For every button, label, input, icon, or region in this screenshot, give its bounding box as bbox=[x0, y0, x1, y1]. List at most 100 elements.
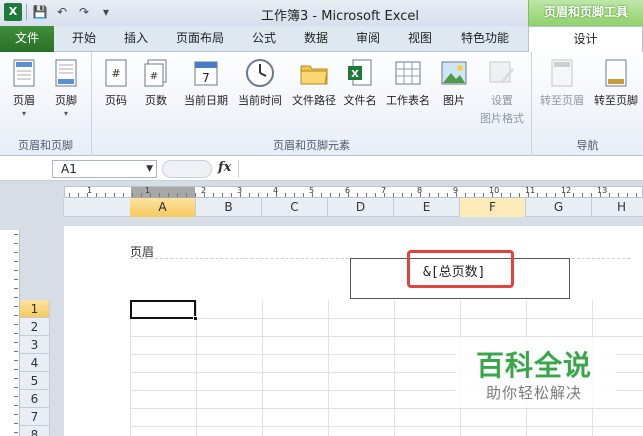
redo-icon[interactable]: ↷ bbox=[75, 3, 93, 21]
ruler-tick bbox=[168, 193, 169, 197]
insert-function-icon[interactable]: fx bbox=[218, 160, 231, 175]
ruler-tick bbox=[14, 405, 18, 406]
tab-design[interactable]: 设计 bbox=[528, 26, 643, 53]
page-number-button[interactable]: # 页码 bbox=[98, 58, 134, 108]
ruler-tick bbox=[177, 193, 178, 197]
current-time-label: 当前时间 bbox=[238, 94, 282, 107]
tab-view[interactable]: 视图 bbox=[398, 26, 442, 52]
folder-icon bbox=[299, 58, 329, 88]
ruler-tick bbox=[159, 193, 160, 197]
ruler-tick bbox=[14, 261, 18, 262]
fill-handle[interactable] bbox=[193, 316, 198, 321]
ribbon: 页眉 ▾ 页脚 ▾ 页眉和页脚 # 页码 # 页数 7 当前日期 当前时间 文件… bbox=[0, 52, 643, 156]
ruler-tick bbox=[501, 193, 502, 197]
goto-footer-button[interactable]: 转至页脚 bbox=[590, 58, 642, 108]
footer-button-label: 页脚 bbox=[55, 94, 77, 107]
ruler-tick bbox=[14, 270, 18, 271]
ruler-tick bbox=[573, 193, 574, 197]
ruler-tick bbox=[429, 193, 430, 197]
row-header-7[interactable]: 7 bbox=[20, 408, 50, 426]
ruler-tick bbox=[123, 193, 124, 197]
sheet-name-button[interactable]: 工作表名 bbox=[382, 58, 434, 108]
current-time-button[interactable]: 当前时间 bbox=[234, 58, 286, 108]
current-date-button[interactable]: 7 当前日期 bbox=[180, 58, 232, 108]
file-path-button[interactable]: 文件路径 bbox=[288, 58, 340, 108]
row-header-1[interactable]: 1 bbox=[20, 300, 50, 318]
tab-data[interactable]: 数据 bbox=[294, 26, 338, 52]
goto-header-label: 转至页眉 bbox=[540, 94, 584, 107]
row-headers: 12345678 bbox=[20, 300, 50, 436]
ruler-tick bbox=[14, 432, 18, 433]
picture-button[interactable]: 图片 bbox=[436, 58, 472, 108]
ruler-tick bbox=[78, 193, 79, 197]
column-header-c[interactable]: C bbox=[262, 198, 328, 217]
formula-input[interactable] bbox=[238, 160, 643, 178]
goto-header-button[interactable]: 转至页眉 bbox=[536, 58, 588, 108]
page-count-button[interactable]: # 页数 bbox=[138, 58, 174, 108]
row-header-5[interactable]: 5 bbox=[20, 372, 50, 390]
active-cell[interactable] bbox=[130, 300, 198, 321]
footer-button[interactable]: 页脚 ▾ bbox=[46, 58, 86, 118]
select-all-corner[interactable] bbox=[0, 198, 64, 217]
ruler-number: 5 bbox=[309, 186, 315, 195]
formula-bar-resize-handle[interactable] bbox=[162, 160, 212, 178]
gridline-column bbox=[130, 300, 131, 436]
column-header-a[interactable]: A bbox=[130, 198, 196, 217]
row-header-6[interactable]: 6 bbox=[20, 390, 50, 408]
format-picture-button[interactable]: 设置 图片格式 bbox=[476, 58, 528, 126]
sheet-name-label: 工作表名 bbox=[386, 94, 430, 107]
column-headers: ABCDEFGH bbox=[0, 198, 643, 217]
column-header-b[interactable]: B bbox=[196, 198, 262, 217]
row-header-2[interactable]: 2 bbox=[20, 318, 50, 336]
ruler-tick bbox=[591, 193, 592, 197]
column-header-g[interactable]: G bbox=[526, 198, 592, 217]
save-icon[interactable]: 💾 bbox=[31, 3, 49, 21]
tab-home[interactable]: 开始 bbox=[62, 26, 106, 52]
ruler-tick bbox=[357, 193, 358, 197]
file-path-label: 文件路径 bbox=[292, 94, 336, 107]
clock-icon bbox=[245, 58, 275, 88]
tab-file[interactable]: 文件 bbox=[0, 26, 54, 52]
ruler-tick bbox=[402, 193, 403, 197]
page-number-label: 页码 bbox=[105, 94, 127, 107]
name-box[interactable]: A1 ▼ bbox=[52, 160, 157, 178]
file-name-button[interactable]: X 文件名 bbox=[340, 58, 380, 108]
tab-special-features[interactable]: 特色功能 bbox=[450, 26, 520, 52]
svg-text:7: 7 bbox=[202, 71, 210, 85]
column-header-e[interactable]: E bbox=[394, 198, 460, 217]
ruler-tick bbox=[105, 193, 106, 197]
gridline-row bbox=[130, 336, 643, 337]
ruler-tick bbox=[366, 193, 367, 197]
gridline-row bbox=[130, 426, 643, 427]
ruler-number: 2 bbox=[201, 186, 207, 195]
quick-access-toolbar: X 💾 ↶ ↷ ▾ bbox=[4, 3, 115, 21]
row-header-8[interactable]: 8 bbox=[20, 426, 50, 436]
chevron-down-icon[interactable]: ▼ bbox=[146, 161, 153, 177]
undo-icon[interactable]: ↶ bbox=[53, 3, 71, 21]
ruler-tick bbox=[14, 351, 18, 352]
ruler-tick bbox=[294, 193, 295, 197]
excel-file-icon: X bbox=[345, 58, 375, 88]
tab-review[interactable]: 审阅 bbox=[346, 26, 390, 52]
ruler-number: 7 bbox=[381, 186, 387, 195]
tab-formulas[interactable]: 公式 bbox=[242, 26, 286, 52]
tab-insert[interactable]: 插入 bbox=[114, 26, 158, 52]
row-header-3[interactable]: 3 bbox=[20, 336, 50, 354]
header-button[interactable]: 页眉 ▾ bbox=[4, 58, 44, 118]
column-header-h[interactable]: H bbox=[592, 198, 643, 217]
excel-app-icon[interactable]: X bbox=[4, 3, 22, 21]
tab-page-layout[interactable]: 页面布局 bbox=[168, 26, 232, 52]
ruler-tick bbox=[330, 193, 331, 197]
gridline-column bbox=[394, 300, 395, 436]
window-title: 工作簿3 - Microsoft Excel bbox=[261, 9, 419, 24]
highlight-box bbox=[407, 250, 514, 288]
row-header-4[interactable]: 4 bbox=[20, 354, 50, 372]
column-header-d[interactable]: D bbox=[328, 198, 394, 217]
ruler-tick bbox=[474, 193, 475, 197]
column-header-f[interactable]: F bbox=[460, 198, 526, 217]
picture-label: 图片 bbox=[443, 94, 465, 107]
ruler-tick bbox=[582, 193, 583, 197]
customize-toolbar-icon[interactable]: ▾ bbox=[97, 3, 115, 21]
watermark: 百科全说 助你轻松解决 bbox=[456, 338, 616, 408]
group-header-footer: 页眉 ▾ 页脚 ▾ 页眉和页脚 bbox=[0, 52, 92, 156]
